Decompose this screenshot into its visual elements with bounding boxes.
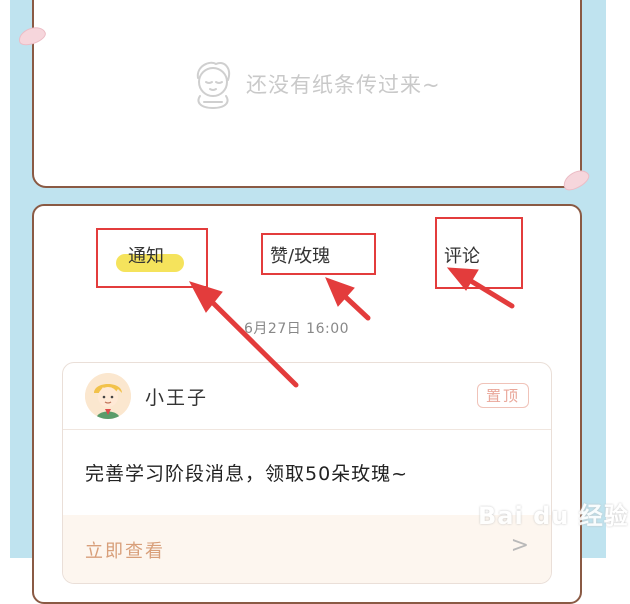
arrow-to-notifications — [202, 292, 299, 388]
arrow-to-comments — [463, 275, 515, 309]
arrow-head-comments — [446, 267, 479, 291]
annotation-arrows — [188, 267, 515, 388]
